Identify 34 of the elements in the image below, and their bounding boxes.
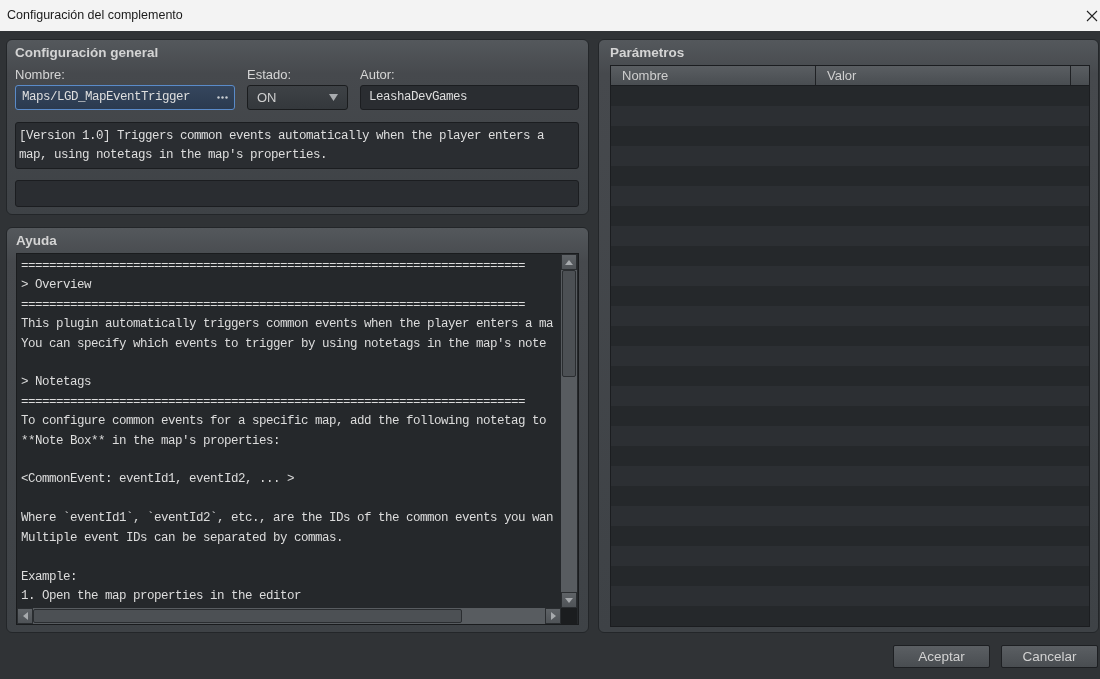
ellipsis-icon[interactable]: [217, 96, 228, 99]
scroll-down-button[interactable]: [561, 592, 577, 608]
down-triangle-icon: [565, 597, 573, 603]
panel-title: Configuración general: [15, 44, 159, 62]
scrollbar-thumb[interactable]: [562, 270, 576, 377]
panel-title: Ayuda: [16, 232, 57, 250]
cancel-button[interactable]: Cancelar: [1001, 645, 1098, 668]
text-field[interactable]: LeashaDevGames: [360, 85, 579, 110]
panel-title: Parámetros: [610, 44, 685, 62]
left-triangle-icon: [22, 612, 28, 620]
close-icon: [1086, 9, 1098, 22]
scroll-up-button[interactable]: [561, 254, 577, 270]
scroll-right-button[interactable]: [545, 608, 561, 624]
text-field[interactable]: [15, 180, 579, 207]
scroll-left-button[interactable]: [17, 608, 33, 624]
description-field[interactable]: [Version 1.0] Triggers common events automatically when the player enters a map, using notetags in the map's properties.: [15, 122, 579, 169]
accept-button[interactable]: Aceptar: [893, 645, 990, 668]
field-label: Nombre:: [15, 67, 65, 83]
vertical-scrollbar[interactable]: [561, 254, 577, 608]
right-triangle-icon: [550, 612, 556, 620]
column-header: [1071, 66, 1089, 85]
caret-icon: [329, 94, 338, 101]
scrollbar-thumb[interactable]: [33, 609, 462, 623]
field-label: Autor:: [360, 67, 395, 83]
column-header[interactable]: Valor: [816, 66, 1071, 85]
path-field[interactable]: Maps/LGD_MapEventTrigger: [15, 85, 235, 110]
window-title: Configuración del complemento: [7, 7, 183, 25]
up-triangle-icon: [565, 259, 573, 265]
help-text: ======================================================================== > Overview ======================================================================== This plugin automatically triggers common events when the player enters a ma You can specify which events to trigger by using notetags in the map's note > Notetags ======================================================================== To configure common events for a specific map, add the following notetag to **Note Box** in the map's properties: <CommonEvent: eventId1, eventId2, ... > Where `eventId1`, `eventId2`, etc., are the IDs of the common events you wan Multiple event IDs can be separated by commas. Example: 1. Open the map properties in the editor: [20, 258, 555, 605]
field-label: Estado:: [247, 67, 292, 83]
dropdown[interactable]: ON: [247, 85, 348, 110]
scrollbar-corner: [561, 608, 577, 624]
column-header[interactable]: Nombre: [611, 66, 816, 85]
horizontal-scrollbar[interactable]: [17, 608, 561, 624]
